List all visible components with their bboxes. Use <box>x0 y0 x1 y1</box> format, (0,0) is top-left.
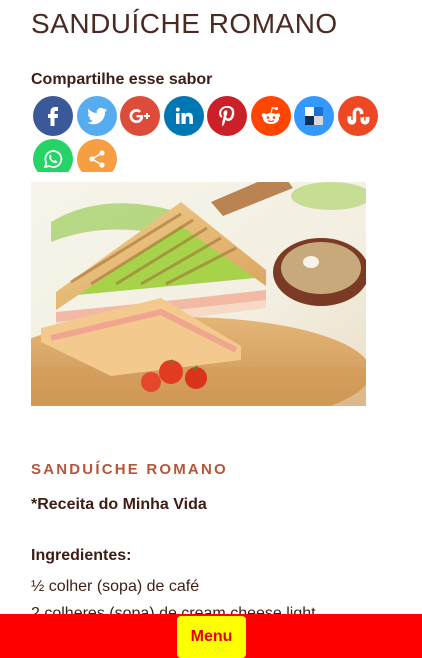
recipe-heading: SANDUÍCHE ROMANO <box>31 461 228 478</box>
whatsapp-icon <box>41 147 65 171</box>
page-title: SANDUÍCHE ROMANO <box>31 8 338 39</box>
reddit-icon <box>259 104 283 128</box>
stumbleupon-icon <box>346 104 370 128</box>
share-reddit-button[interactable] <box>250 96 291 136</box>
share-heading: Compartilhe esse sabor <box>31 71 213 88</box>
recipe-credit: *Receita do Minha Vida <box>31 496 207 513</box>
share-delicious-button[interactable] <box>294 96 334 136</box>
share-facebook-button[interactable] <box>33 96 73 136</box>
menu-button[interactable]: Menu <box>177 616 246 658</box>
share-twitter-button[interactable] <box>76 96 117 136</box>
share-buttons <box>33 96 383 172</box>
ingredient-item: ½ colher (sopa) de café <box>31 578 200 595</box>
linkedin-icon <box>172 104 196 128</box>
share-whatsapp-button[interactable] <box>33 139 73 172</box>
share-pinterest-button[interactable] <box>207 96 247 136</box>
share-stumbleupon-button[interactable] <box>337 96 378 136</box>
twitter-icon <box>85 104 109 128</box>
share-google-plus-button[interactable] <box>120 96 160 136</box>
pinterest-icon <box>215 104 239 128</box>
share-more-icon <box>85 147 109 171</box>
facebook-icon <box>41 104 65 128</box>
google-plus-icon <box>128 104 152 128</box>
menu-bar: Menu <box>0 614 422 658</box>
ingredients-title: Ingredientes: <box>31 547 132 564</box>
delicious-icon <box>302 104 326 128</box>
share-more-button[interactable] <box>76 139 117 172</box>
share-linkedin-button[interactable] <box>163 96 204 136</box>
sandwich-photo <box>31 182 366 406</box>
